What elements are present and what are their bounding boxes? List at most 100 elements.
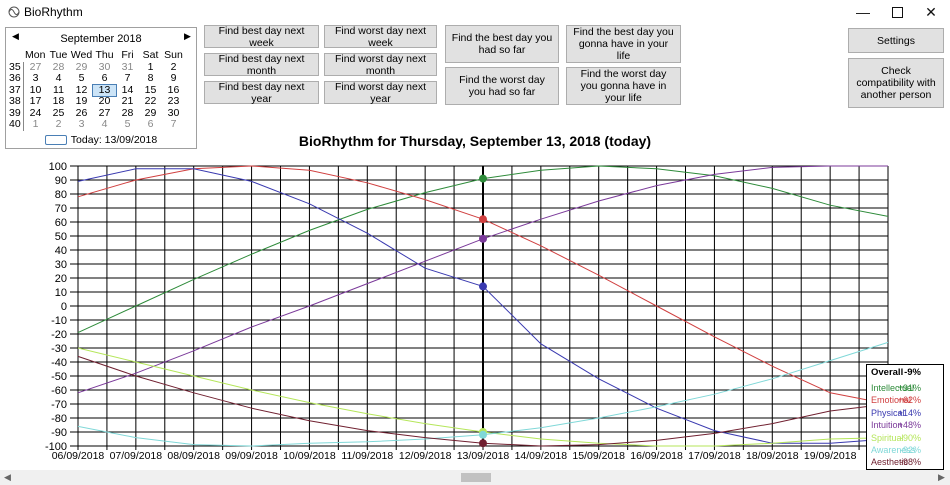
app-icon: [8, 6, 20, 18]
y-tick-label: -30: [51, 343, 67, 355]
calendar-header: ◀ September 2018 ▶: [6, 31, 196, 47]
legend-item-value: +62%: [897, 395, 921, 406]
legend-item-value: +91%: [897, 383, 921, 393]
worst-day-life-button[interactable]: Find the worst day you gonna have in you…: [566, 67, 681, 105]
minimize-button[interactable]: —: [846, 0, 880, 24]
scroll-right-arrow-icon[interactable]: ▶: [938, 472, 945, 483]
x-tick-label: 07/09/2018: [110, 450, 163, 462]
legend-item-value: -90%: [899, 432, 921, 443]
best-day-life-button[interactable]: Find the best day you gonna have in your…: [566, 25, 681, 63]
calendar-day[interactable]: 2: [47, 118, 70, 131]
x-tick-label: 10/09/2018: [283, 450, 336, 462]
window-title: BioRhythm: [24, 5, 83, 19]
calendar-week-header: [9, 50, 24, 62]
worst-day-next-month-button[interactable]: Find worst day next month: [324, 53, 437, 77]
calendar-day[interactable]: 5: [70, 72, 93, 85]
minimize-icon: —: [856, 4, 870, 20]
today-point-intellectual: [479, 174, 487, 183]
calendar-day-header: Fri: [121, 49, 134, 61]
today-point-intuition: [479, 234, 487, 243]
best-day-next-year-button[interactable]: Find best day next year: [204, 81, 319, 105]
x-tick-label: 09/09/2018: [225, 450, 278, 462]
calendar-day-header: Thu: [95, 49, 114, 61]
calendar-day[interactable]: 9: [162, 72, 185, 85]
calendar-day[interactable]: 17: [24, 95, 48, 108]
legend-item: Awareness -92%: [871, 445, 939, 457]
calendar-day[interactable]: 3: [24, 72, 48, 85]
worst-day-so-far-button[interactable]: Find the worst day you had so far: [445, 67, 559, 105]
calendar-day[interactable]: 8: [139, 72, 162, 85]
calendar-day[interactable]: 22: [139, 95, 162, 108]
y-tick-label: 30: [55, 259, 67, 271]
settings-button[interactable]: Settings: [848, 28, 944, 53]
legend-item: Intuition +48%: [871, 420, 939, 432]
scroll-left-arrow-icon[interactable]: ◀: [4, 472, 11, 483]
y-tick-label: 70: [55, 203, 67, 215]
y-tick-label: 100: [49, 161, 67, 173]
calendar-day[interactable]: 7: [162, 118, 185, 131]
scrollbar-thumb[interactable]: [461, 473, 491, 482]
best-day-next-month-button[interactable]: Find best day next month: [204, 53, 319, 77]
calendar-day[interactable]: 7: [116, 72, 139, 85]
check-compatibility-button[interactable]: Check compatibility with another person: [848, 58, 944, 108]
calendar-day[interactable]: 4: [93, 118, 116, 131]
calendar-month-label[interactable]: September 2018: [6, 33, 196, 45]
legend-overall-value: -9%: [904, 367, 921, 378]
legend-item: Physical +14%: [871, 408, 939, 420]
y-tick-label: -10: [51, 315, 67, 327]
legend-item: Spiritual -90%: [871, 433, 939, 445]
calendar-day[interactable]: 18: [47, 95, 70, 108]
calendar-day-header: Sat: [142, 49, 159, 61]
y-tick-label: -80: [51, 413, 67, 425]
y-tick-label: 40: [55, 245, 67, 257]
today-point-emotional: [479, 215, 487, 224]
horizontal-scrollbar[interactable]: ◀ ▶: [0, 470, 950, 485]
x-tick-label: 06/09/2018: [52, 450, 105, 462]
month-calendar[interactable]: ◀ September 2018 ▶ Mon Tue Wed Thu Fri Sat Sun…: [5, 27, 197, 149]
best-day-next-week-button[interactable]: Find best day next week: [204, 25, 319, 49]
calendar-day-header: Tue: [49, 49, 68, 61]
calendar-day[interactable]: 19: [70, 95, 93, 108]
y-tick-label: -20: [51, 329, 67, 341]
legend-item-value: -98%: [899, 457, 921, 468]
y-tick-label: -90: [51, 427, 67, 439]
chart-title: BioRhythm for Thursday, September 13, 20…: [298, 133, 652, 149]
today-point-aesthetic: [479, 439, 487, 448]
calendar-week-number: 36: [9, 72, 24, 85]
calendar-day[interactable]: 21: [116, 95, 139, 108]
calendar-day[interactable]: 1: [24, 118, 48, 131]
x-tick-label: 11/09/2018: [341, 450, 393, 462]
today-point-physical: [479, 282, 487, 291]
x-tick-label: 12/09/2018: [399, 450, 452, 462]
x-tick-label: 15/09/2018: [572, 450, 625, 462]
x-tick-label: 18/09/2018: [746, 450, 799, 462]
calendar-day[interactable]: 4: [47, 72, 70, 85]
y-tick-label: -50: [51, 371, 67, 383]
maximize-button[interactable]: [880, 0, 914, 24]
best-day-so-far-button[interactable]: Find the best day you had so far: [445, 25, 559, 63]
calendar-day[interactable]: 6: [139, 118, 162, 131]
calendar-day[interactable]: 5: [116, 118, 139, 131]
close-button[interactable]: ✕: [914, 0, 948, 24]
worst-day-next-year-button[interactable]: Find worst day next year: [324, 81, 437, 105]
y-tick-label: 10: [55, 287, 67, 299]
legend-item: Intellectual +91%: [871, 383, 939, 395]
legend-item-value: +48%: [897, 420, 921, 431]
legend-item-name: Spiritual: [871, 432, 904, 443]
y-tick-label: 80: [55, 189, 67, 201]
calendar-day[interactable]: 3: [70, 118, 93, 131]
legend-item: Emotional +62%: [871, 395, 939, 407]
y-tick-label: 60: [55, 217, 67, 229]
calendar-day[interactable]: 6: [93, 72, 116, 85]
y-tick-label: -70: [51, 399, 67, 411]
worst-day-next-week-button[interactable]: Find worst day next week: [324, 25, 437, 49]
x-tick-label: 19/09/2018: [804, 450, 857, 462]
y-tick-label: -60: [51, 385, 67, 397]
today-point-awareness: [479, 430, 487, 439]
calendar-day-header: Mon: [25, 49, 46, 61]
close-icon: ✕: [925, 3, 937, 20]
next-month-arrow-icon[interactable]: ▶: [184, 31, 191, 42]
calendar-day[interactable]: 20: [93, 95, 116, 108]
legend-overall-label: Overall: [871, 367, 904, 378]
calendar-day[interactable]: 23: [162, 95, 185, 108]
